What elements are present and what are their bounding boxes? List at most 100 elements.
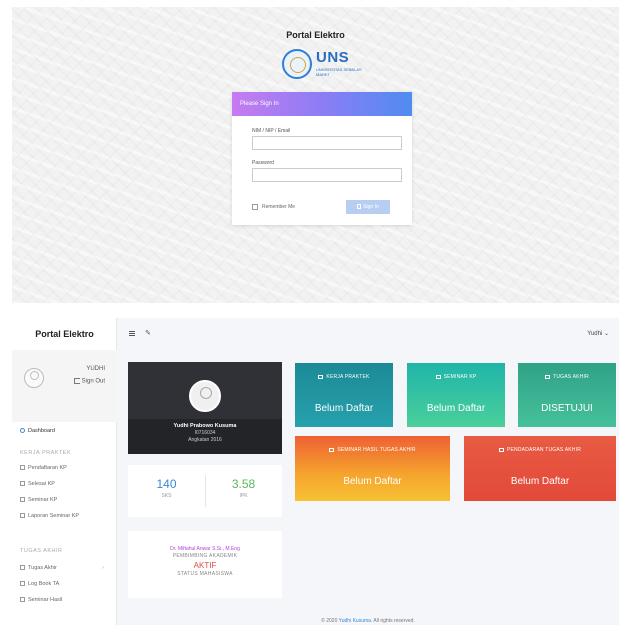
sidebar-item-seminar-hasil[interactable]: Seminar Hasil <box>20 597 62 603</box>
user-name: YUDHI <box>86 366 105 372</box>
lock-icon <box>20 465 25 471</box>
tile-status: DISETUJUI <box>541 403 593 414</box>
advisor-name: Dr. Miftahul Anwar S.Si., M.Eng <box>170 546 240 552</box>
student-nim: I0716034 <box>194 430 216 436</box>
dashboard-screen: Portal Elektro YUDHI Sign Out Dashboard … <box>12 318 619 625</box>
sidebar-item-dashboard[interactable]: Dashboard <box>20 428 55 434</box>
sks-label: SKS <box>161 493 172 499</box>
clipboard-icon <box>20 513 25 519</box>
id-field-label: NIM / NIP / Email <box>252 128 291 134</box>
sidebar-item-tugas-akhir[interactable]: Tugas Akhir › <box>20 565 104 571</box>
tile-title-label: KERJA PRAKTEK <box>326 374 370 380</box>
uns-logo-word: UNS <box>316 49 350 66</box>
search-icon <box>545 374 551 379</box>
tile-title: PENDADARAN TUGAS AKHIR <box>464 447 616 453</box>
stats-card: 140 SKS 3.58 IPK <box>128 465 282 517</box>
tile-seminar-hasil-ta[interactable]: SEMINAR HASIL TUGAS AKHIR Belum Daftar <box>295 436 450 501</box>
sign-out-label: Sign Out <box>81 378 105 385</box>
stat-sks: 140 SKS <box>128 477 205 499</box>
user-panel: YUDHI Sign Out <box>12 350 117 422</box>
tile-title-label: SEMINAR HASIL TUGAS AKHIR <box>337 447 416 453</box>
top-bar: ✎ Yudhi ⌄ <box>117 318 619 350</box>
briefcase-icon <box>318 374 324 379</box>
remember-me-checkbox[interactable] <box>252 204 258 210</box>
tile-tugas-akhir[interactable]: TUGAS AKHIR DISETUJUI <box>518 363 616 427</box>
tile-title: KERJA PRAKTEK <box>295 374 393 380</box>
uns-seal-icon <box>282 49 312 79</box>
student-year: Angkatan 2016 <box>188 437 222 443</box>
id-input[interactable] <box>252 136 402 150</box>
book-icon <box>20 581 25 587</box>
student-status-label: STATUS MAHASISWA <box>177 571 233 577</box>
advisor-role: PEMBIMBING AKADEMIK <box>172 553 238 559</box>
sidebar-item-label: Tugas Akhir <box>28 565 57 571</box>
footer-suffix: . All rights reserved. <box>370 618 415 624</box>
ipk-label: IPK <box>239 493 248 499</box>
sidebar-item-laporan-seminar-kp[interactable]: Laporan Seminar KP <box>20 513 79 519</box>
login-app-title: Portal Elektro <box>286 30 345 40</box>
sign-out-icon <box>73 378 80 384</box>
sidebar-item-log-book-ta[interactable]: Log Book TA <box>20 581 59 587</box>
uns-logo: UNS UNIVERSITAS SEBELAS MARET <box>282 49 372 83</box>
tile-title: TUGAS AKHIR <box>518 374 616 380</box>
tile-title-label: TUGAS AKHIR <box>553 374 589 380</box>
sign-in-button[interactable]: Sign In <box>346 200 390 214</box>
hamburger-icon[interactable] <box>129 331 135 336</box>
tile-title-label: PENDADARAN TUGAS AKHIR <box>506 447 582 453</box>
sidebar-item-label: Dashboard <box>28 428 55 434</box>
brand-title: Portal Elektro <box>35 329 94 339</box>
sidebar-item-label: Selesai KP <box>28 481 55 487</box>
wrench-icon[interactable]: ✎ <box>145 329 151 337</box>
flag-icon <box>498 447 504 452</box>
footer-prefix: © 2020 <box>321 618 339 624</box>
list-icon <box>435 374 441 379</box>
stat-ipk: 3.58 IPK <box>205 477 282 499</box>
password-input[interactable] <box>252 168 402 182</box>
dashboard-icon <box>20 428 25 434</box>
password-field-label: Password <box>252 160 274 166</box>
sidebar-header-kp: KERJA PRAKTEK <box>20 450 72 456</box>
tile-title: SEMINAR KP <box>407 374 505 380</box>
tile-title: SEMINAR HASIL TUGAS AKHIR <box>295 447 450 453</box>
wrench-icon <box>329 447 335 452</box>
sidebar: Portal Elektro YUDHI Sign Out Dashboard … <box>12 318 117 625</box>
user-avatar-icon <box>24 368 44 388</box>
sign-out-link[interactable]: Sign Out <box>73 378 105 385</box>
sidebar-item-label: Seminar KP <box>28 497 58 503</box>
sidebar-item-label: Seminar Hasil <box>28 597 63 603</box>
tile-status: Belum Daftar <box>314 403 374 414</box>
login-screen: Portal Elektro UNS UNIVERSITAS SEBELAS M… <box>12 7 619 303</box>
advisor-card: Dr. Miftahul Anwar S.Si., M.Eng PEMBIMBI… <box>128 531 282 598</box>
sks-value: 140 <box>156 477 177 491</box>
tile-status: Belum Daftar <box>510 476 570 487</box>
login-card-header: Please Sign In <box>232 92 412 116</box>
tile-title-label: SEMINAR KP <box>443 374 477 380</box>
sign-in-label: Sign In <box>363 204 379 210</box>
shield-icon <box>20 565 25 571</box>
profile-card: Yudhi Prabowo Kusuma I0716034 Angkatan 2… <box>128 362 282 454</box>
student-name: Yudhi Prabowo Kusuma <box>173 423 237 429</box>
sign-in-icon <box>357 204 362 210</box>
tile-seminar-kp[interactable]: SEMINAR KP Belum Daftar <box>407 363 505 427</box>
chevron-right-icon: › <box>102 565 104 571</box>
profile-info: Yudhi Prabowo Kusuma I0716034 Angkatan 2… <box>128 419 282 454</box>
footer: © 2020 Yudhi Kusuma. All rights reserved… <box>117 618 619 624</box>
uns-logo-subtitle: UNIVERSITAS SEBELAS MARET <box>316 67 362 77</box>
sidebar-item-label: Laporan Seminar KP <box>28 513 80 519</box>
tile-status: Belum Daftar <box>343 476 402 487</box>
user-menu-dropdown[interactable]: Yudhi ⌄ <box>587 330 609 337</box>
sidebar-item-seminar-kp[interactable]: Seminar KP <box>20 497 57 503</box>
sidebar-header-ta: TUGAS AKHIR <box>20 548 63 554</box>
tile-kerja-praktek[interactable]: KERJA PRAKTEK Belum Daftar <box>295 363 393 427</box>
sidebar-item-label: Pendaftaran KP <box>28 465 67 471</box>
tile-status: Belum Daftar <box>426 403 486 414</box>
sidebar-item-pendaftaran-kp[interactable]: Pendaftaran KP <box>20 465 67 471</box>
tile-pendadaran-ta[interactable]: PENDADARAN TUGAS AKHIR Belum Daftar <box>464 436 616 501</box>
pen-icon <box>20 597 25 603</box>
sidebar-item-label: Log Book TA <box>28 581 60 587</box>
globe-icon <box>20 497 25 503</box>
profile-avatar-icon <box>189 380 221 412</box>
sidebar-item-selesai-kp[interactable]: Selesai KP <box>20 481 55 487</box>
remember-me-label: Remember Me <box>262 204 296 210</box>
footer-author-link[interactable]: Yudhi Kusuma <box>339 618 371 624</box>
